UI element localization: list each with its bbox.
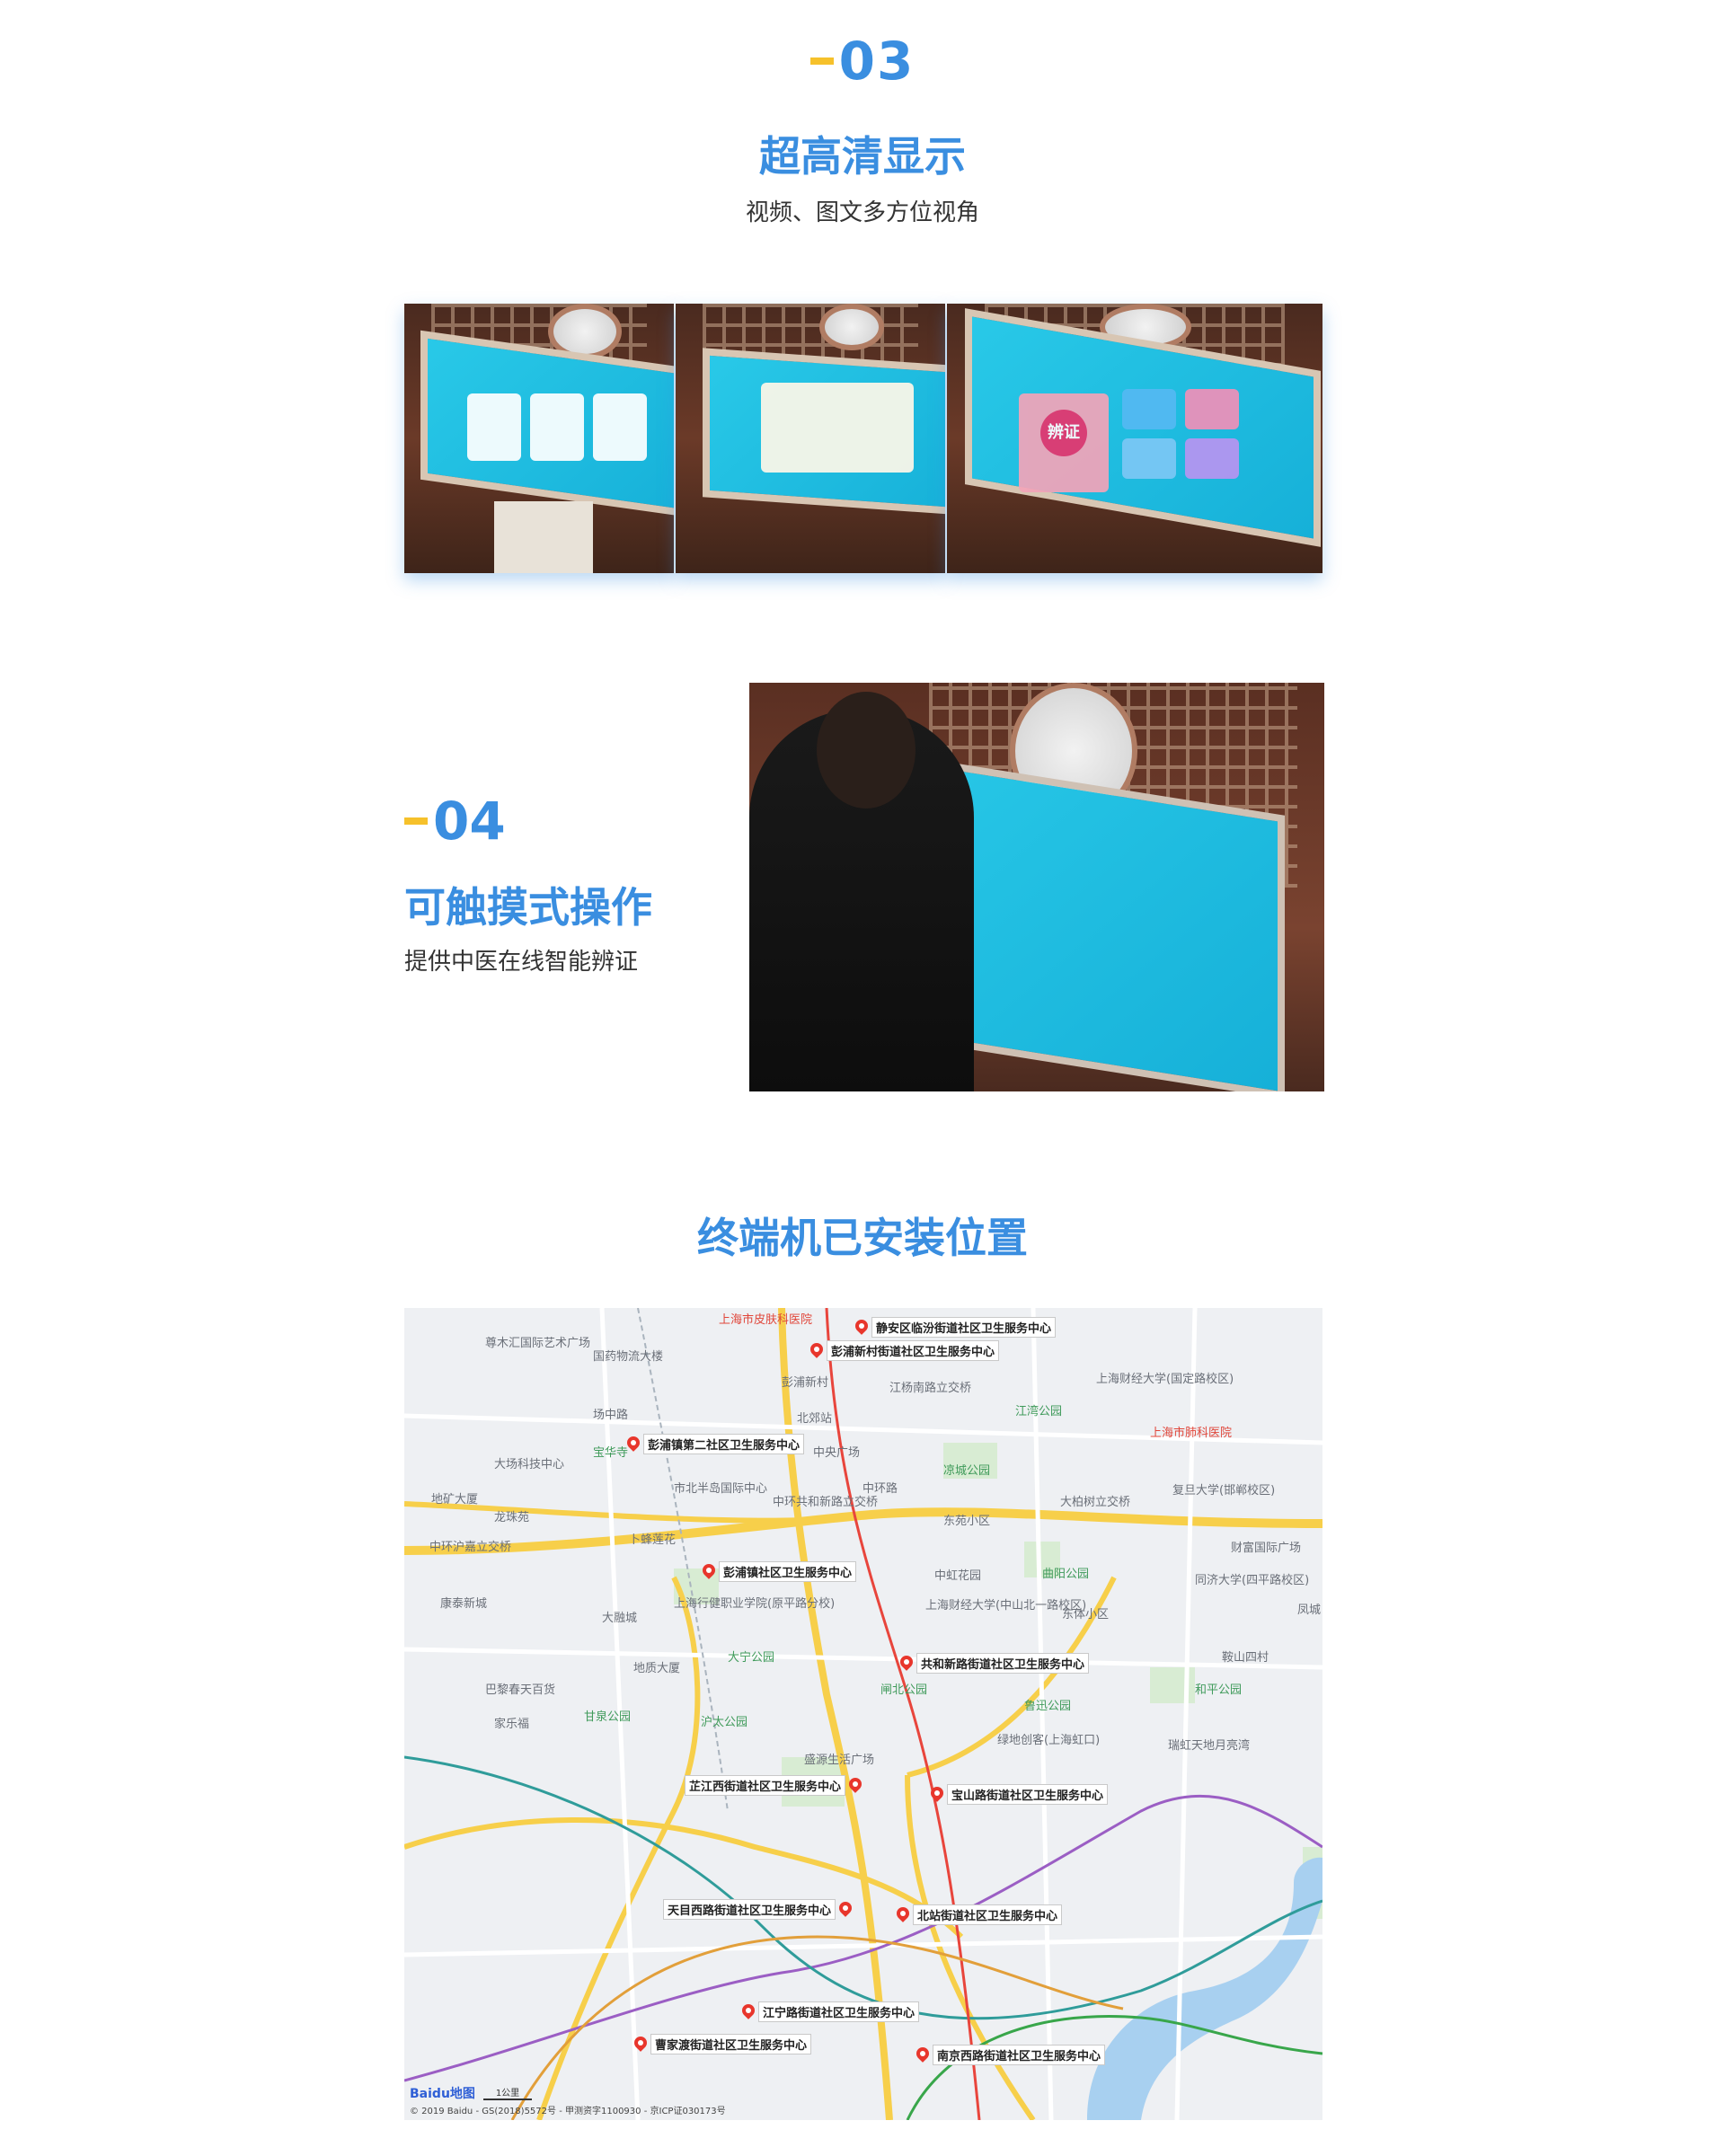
- map-place-label: 巴黎春天百货: [485, 1683, 556, 1697]
- map-place-label: 宝华寺: [593, 1446, 629, 1460]
- map-place-label: 财富国际广场: [1231, 1542, 1302, 1555]
- map-place-label: 东苑小区: [943, 1515, 991, 1528]
- map-place-label: 尊木汇国际艺术广场: [485, 1337, 591, 1350]
- map-place-label: 曲阳公园: [1042, 1568, 1090, 1581]
- map-place-label: 江湾公园: [1015, 1405, 1063, 1418]
- map-place-label: 地矿大厦: [431, 1493, 479, 1507]
- map-pin-icon: [627, 1436, 640, 1453]
- map-marker[interactable]: 彭浦镇第二社区卫生服务中心: [627, 1434, 805, 1454]
- map-marker[interactable]: 彭浦新村街道社区卫生服务中心: [810, 1340, 1000, 1361]
- map-place-label: 市北半岛国际中心: [674, 1482, 768, 1496]
- map-place-label: 中央广场: [813, 1446, 861, 1460]
- map-place-label: 场中路: [593, 1409, 629, 1422]
- map-pin-icon: [900, 1656, 913, 1672]
- map-place-label: 凤城: [1297, 1604, 1322, 1617]
- map-place-label: 东体小区: [1062, 1608, 1110, 1621]
- map-pin-icon: [742, 2004, 755, 2020]
- map-marker[interactable]: 天目西路街道社区卫生服务中心: [663, 1899, 852, 1920]
- map-marker[interactable]: 彭浦镇社区卫生服务中心: [703, 1561, 857, 1582]
- section-04-subtitle: 提供中医在线智能辨证: [404, 949, 639, 976]
- map-place-label: 中虹花园: [934, 1569, 982, 1583]
- location-map[interactable]: 上海市皮肤科医院 尊木汇国际艺术广场 国药物流大楼 彭浦新村 江杨南路立交桥 上…: [404, 1308, 1322, 2120]
- map-place-label: 凉城公园: [943, 1464, 991, 1478]
- map-place-label: 上海市皮肤科医院: [719, 1313, 813, 1327]
- map-place-label: 瑞虹天地月亮湾: [1168, 1739, 1251, 1753]
- baidu-logo: Baidu地图: [410, 2087, 475, 2101]
- map-place-label: 上海市肺科医院: [1150, 1427, 1233, 1440]
- map-marker[interactable]: 宝山路街道社区卫生服务中心: [931, 1784, 1109, 1805]
- accent-dash: [809, 57, 834, 65]
- map-pin-icon: [634, 2037, 647, 2053]
- map-marker[interactable]: 静安区临汾街道社区卫生服务中心: [855, 1317, 1057, 1338]
- map-place-label: 同济大学(四平路校区): [1195, 1574, 1310, 1587]
- map-place-label: 地质大厦: [633, 1662, 681, 1675]
- map-place-label: 沪太公园: [701, 1716, 748, 1729]
- map-place-label: 北郊站: [797, 1412, 833, 1426]
- map-place-label: 上海财经大学(国定路校区): [1096, 1373, 1234, 1386]
- map-place-label: 家乐福: [494, 1718, 530, 1731]
- map-pin-icon: [931, 1787, 943, 1803]
- map-place-label: 鲁迅公园: [1024, 1700, 1072, 1713]
- map-marker[interactable]: 共和新路街道社区卫生服务中心: [900, 1653, 1090, 1674]
- map-place-label: 上海行健职业学院(原平路分校): [674, 1597, 836, 1611]
- map-copyright: © 2019 Baidu - GS(2018)5572号 - 甲测资字11009…: [410, 2107, 726, 2116]
- map-marker[interactable]: 北站街道社区卫生服务中心: [897, 1904, 1063, 1925]
- map-place-label: 大柏树立交桥: [1060, 1496, 1131, 1509]
- map-place-label: 和平公园: [1195, 1683, 1243, 1697]
- map-place-label: 卜蜂莲花: [629, 1533, 677, 1547]
- identify-button: 辨证: [1040, 410, 1087, 456]
- map-place-label: 中环沪嘉立交桥: [429, 1541, 512, 1554]
- section-03-title: 超高清显示: [759, 132, 966, 181]
- map-marker[interactable]: 南京西路街道社区卫生服务中心: [916, 2045, 1106, 2065]
- map-place-label: 大融城: [602, 1612, 638, 1625]
- map-place-label: 大场科技中心: [494, 1458, 565, 1471]
- map-marker[interactable]: 芷江西街道社区卫生服务中心: [685, 1775, 862, 1796]
- map-pin-icon: [916, 2047, 929, 2063]
- map-place-label: 江杨南路立交桥: [889, 1382, 972, 1395]
- section-04-number: 04: [404, 791, 506, 852]
- map-place-label: 闸北公园: [880, 1683, 928, 1697]
- section-03-subtitle: 视频、图文多方位视角: [745, 199, 979, 226]
- map-pin-icon: [897, 1907, 909, 1923]
- accent-dash: [404, 817, 428, 825]
- map-pin-icon: [849, 1778, 862, 1794]
- kiosk-photo-2: [676, 304, 945, 573]
- map-place-label: 康泰新城: [440, 1597, 488, 1611]
- map-pin-icon: [855, 1320, 868, 1336]
- kiosk-photo-3: 辨证: [947, 304, 1322, 573]
- map-scale-bar: 1公里: [483, 2085, 532, 2100]
- map-pin-icon: [703, 1564, 715, 1580]
- kiosk-photo-1: [404, 304, 674, 573]
- map-pin-icon: [810, 1343, 823, 1359]
- section-03-number: 03: [0, 31, 1725, 92]
- map-place-label: 鞍山四村: [1222, 1651, 1269, 1665]
- map-place-label: 中环路: [862, 1482, 898, 1496]
- map-place-label: 绿地创客(上海虹口): [997, 1734, 1101, 1747]
- map-section-title: 终端机已安装位置: [697, 1214, 1028, 1262]
- map-place-label: 彭浦新村: [782, 1376, 829, 1390]
- map-place-label: 龙珠苑: [494, 1511, 530, 1524]
- map-marker[interactable]: 江宁路街道社区卫生服务中心: [742, 2001, 920, 2022]
- map-place-label: 复旦大学(邯郸校区): [1172, 1484, 1276, 1498]
- map-place-label: 盛源生活广场: [804, 1754, 875, 1767]
- map-place-label: 甘泉公园: [584, 1710, 632, 1724]
- touch-kiosk-photo: [749, 683, 1324, 1091]
- map-place-label: 大宁公园: [728, 1651, 775, 1665]
- map-marker[interactable]: 曹家渡街道社区卫生服务中心: [634, 2034, 812, 2054]
- section-04-title: 可触摸式操作: [404, 883, 652, 932]
- map-pin-icon: [839, 1902, 852, 1918]
- map-place-label: 国药物流大楼: [593, 1350, 664, 1364]
